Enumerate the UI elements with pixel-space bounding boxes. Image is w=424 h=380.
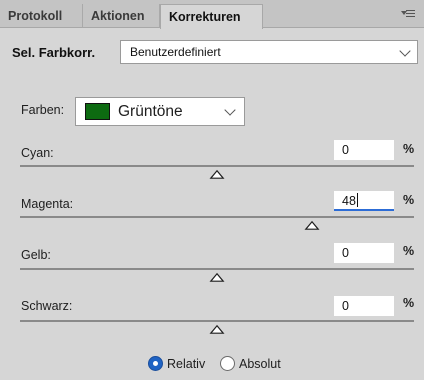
chevron-down-icon bbox=[399, 45, 411, 57]
gelb-label: Gelb: bbox=[21, 248, 51, 262]
panel-menu-icon[interactable] bbox=[401, 9, 415, 21]
selective-color-panel: Protokoll Aktionen Korrekturen Sel. Farb… bbox=[0, 0, 424, 380]
cyan-percent: % bbox=[403, 142, 415, 156]
slider-thumb-icon bbox=[209, 169, 225, 179]
magenta-input[interactable]: 48 bbox=[334, 191, 394, 211]
schwarz-slider-track[interactable] bbox=[20, 320, 414, 322]
preset-dropdown[interactable]: Benutzerdefiniert bbox=[120, 40, 418, 64]
magenta-value: 48 bbox=[342, 194, 356, 208]
color-swatch bbox=[85, 103, 110, 120]
magenta-percent: % bbox=[403, 193, 415, 207]
cyan-value: 0 bbox=[342, 143, 349, 157]
cyan-label: Cyan: bbox=[21, 146, 54, 160]
radio-relativ-label: Relativ bbox=[167, 357, 206, 371]
tab-protokoll[interactable]: Protokoll bbox=[0, 4, 83, 28]
text-cursor bbox=[356, 193, 358, 207]
radio-absolut-label: Absolut bbox=[239, 357, 281, 371]
slider-thumb-icon bbox=[209, 272, 225, 282]
radio-unselected-icon bbox=[220, 356, 235, 371]
tab-korrekturen[interactable]: Korrekturen bbox=[160, 4, 263, 29]
magenta-label: Magenta: bbox=[21, 197, 74, 211]
magenta-slider-track[interactable] bbox=[20, 216, 414, 218]
schwarz-value: 0 bbox=[342, 299, 349, 313]
chevron-down-icon bbox=[224, 104, 236, 116]
slider-thumb-icon bbox=[304, 220, 320, 230]
tab-aktionen[interactable]: Aktionen bbox=[83, 4, 160, 28]
cyan-input[interactable]: 0 bbox=[334, 140, 394, 160]
slider-thumb-icon bbox=[209, 324, 225, 334]
gelb-slider-track[interactable] bbox=[20, 268, 414, 270]
preset-value: Benutzerdefiniert bbox=[130, 45, 221, 59]
schwarz-percent: % bbox=[403, 296, 415, 310]
schwarz-input[interactable]: 0 bbox=[334, 296, 394, 316]
preset-label: Sel. Farbkorr. bbox=[12, 45, 96, 60]
gelb-percent: % bbox=[403, 244, 415, 258]
gelb-value: 0 bbox=[342, 246, 349, 260]
colors-dropdown[interactable]: Grüntöne bbox=[75, 97, 245, 126]
gelb-input[interactable]: 0 bbox=[334, 243, 394, 263]
schwarz-label: Schwarz: bbox=[21, 299, 73, 313]
panel-tab-bar: Protokoll Aktionen Korrekturen bbox=[0, 0, 424, 29]
colors-label: Farben: bbox=[21, 103, 65, 117]
radio-selected-icon bbox=[148, 356, 163, 371]
colors-value: Grüntöne bbox=[118, 103, 183, 120]
cyan-slider-track[interactable] bbox=[20, 165, 414, 167]
